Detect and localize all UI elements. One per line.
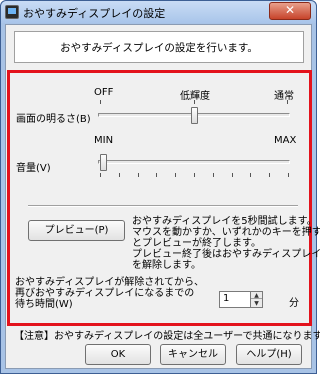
volume-tick (156, 173, 158, 177)
timeout-description-line: おやすみディスプレイが解除されてから、 (15, 277, 204, 288)
preview-description-line: プレビュー終了後はおやすみディスプレイ (132, 249, 320, 260)
spin-down-icon[interactable]: ▼ (251, 300, 262, 307)
preview-description-line: おやすみディスプレイを5秒間試します。 (132, 216, 317, 227)
volume-tick (231, 173, 233, 177)
volume-tick (288, 173, 289, 177)
volume-tick (194, 173, 195, 177)
help-button[interactable]: ヘルプ(H) (236, 344, 302, 365)
brightness-tick (100, 100, 101, 104)
notice-text: 【注意】おやすみディスプレイの設定は全ユーザーで共通になります。 (14, 331, 320, 342)
close-button[interactable]: ✕ (269, 2, 311, 20)
window-title: おやすみディスプレイの設定 (23, 7, 166, 20)
preview-description-line: マウスを動かすか、いずれかのキーを押す (132, 227, 320, 238)
title-bar: おやすみディスプレイの設定 ✕ (1, 1, 316, 23)
brightness-label: 画面の明るさ(B) (16, 114, 91, 125)
preview-description: おやすみディスプレイを5秒間試します。 マウスを動かすか、いずれかのキーを押す … (132, 216, 320, 271)
wait-time-spinner[interactable]: ▲ ▼ (250, 291, 263, 308)
volume-tick (250, 173, 252, 177)
volume-slider-track[interactable] (98, 160, 290, 164)
wait-time-input[interactable]: 1 (219, 291, 251, 308)
brightness-min-label: OFF (94, 87, 114, 98)
brightness-max-label: 通常 (274, 91, 294, 102)
volume-tick (118, 173, 120, 177)
settings-dialog: おやすみディスプレイの設定 ✕ おやすみディスプレイの設定を行います。 OFF … (0, 0, 320, 374)
brightness-tick (287, 100, 288, 104)
volume-slider-thumb[interactable] (99, 154, 107, 171)
timeout-description: おやすみディスプレイが解除されてから、 再びおやすみディスプレイになるまでの 待… (15, 277, 204, 310)
wait-time-unit: 分 (289, 298, 299, 309)
app-icon (5, 5, 19, 19)
volume-tick (175, 173, 177, 177)
preview-description-line: を解除します。 (132, 260, 201, 271)
brightness-slider-thumb[interactable] (190, 107, 198, 124)
volume-min-label: MIN (94, 135, 114, 146)
volume-max-label: MAX (274, 135, 297, 146)
volume-tick (269, 173, 271, 177)
description-text: おやすみディスプレイの設定を行います。 (60, 42, 258, 54)
separator (28, 205, 298, 207)
description-box: おやすみディスプレイの設定を行います。 (14, 31, 304, 63)
volume-tick (137, 173, 139, 177)
timeout-description-line: 再びおやすみディスプレイになるまでの (15, 288, 195, 299)
brightness-mid-label: 低輝度 (180, 91, 210, 102)
volume-tick (212, 173, 214, 177)
brightness-tick (194, 100, 195, 104)
volume-label: 音量(V) (16, 163, 51, 174)
volume-tick (100, 173, 101, 177)
ok-button[interactable]: OK (85, 344, 151, 365)
dialog-client-area: おやすみディスプレイの設定を行います。 OFF 低輝度 通常 画面の明るさ(B)… (5, 24, 320, 369)
cancel-button[interactable]: キャンセル (160, 344, 226, 365)
spin-up-icon[interactable]: ▲ (251, 292, 262, 299)
preview-description-line: とプレビューが終了します。 (132, 238, 261, 249)
preview-button[interactable]: プレビュー(P) (28, 220, 125, 241)
timeout-description-line: 待ち時間(W) (15, 299, 73, 310)
